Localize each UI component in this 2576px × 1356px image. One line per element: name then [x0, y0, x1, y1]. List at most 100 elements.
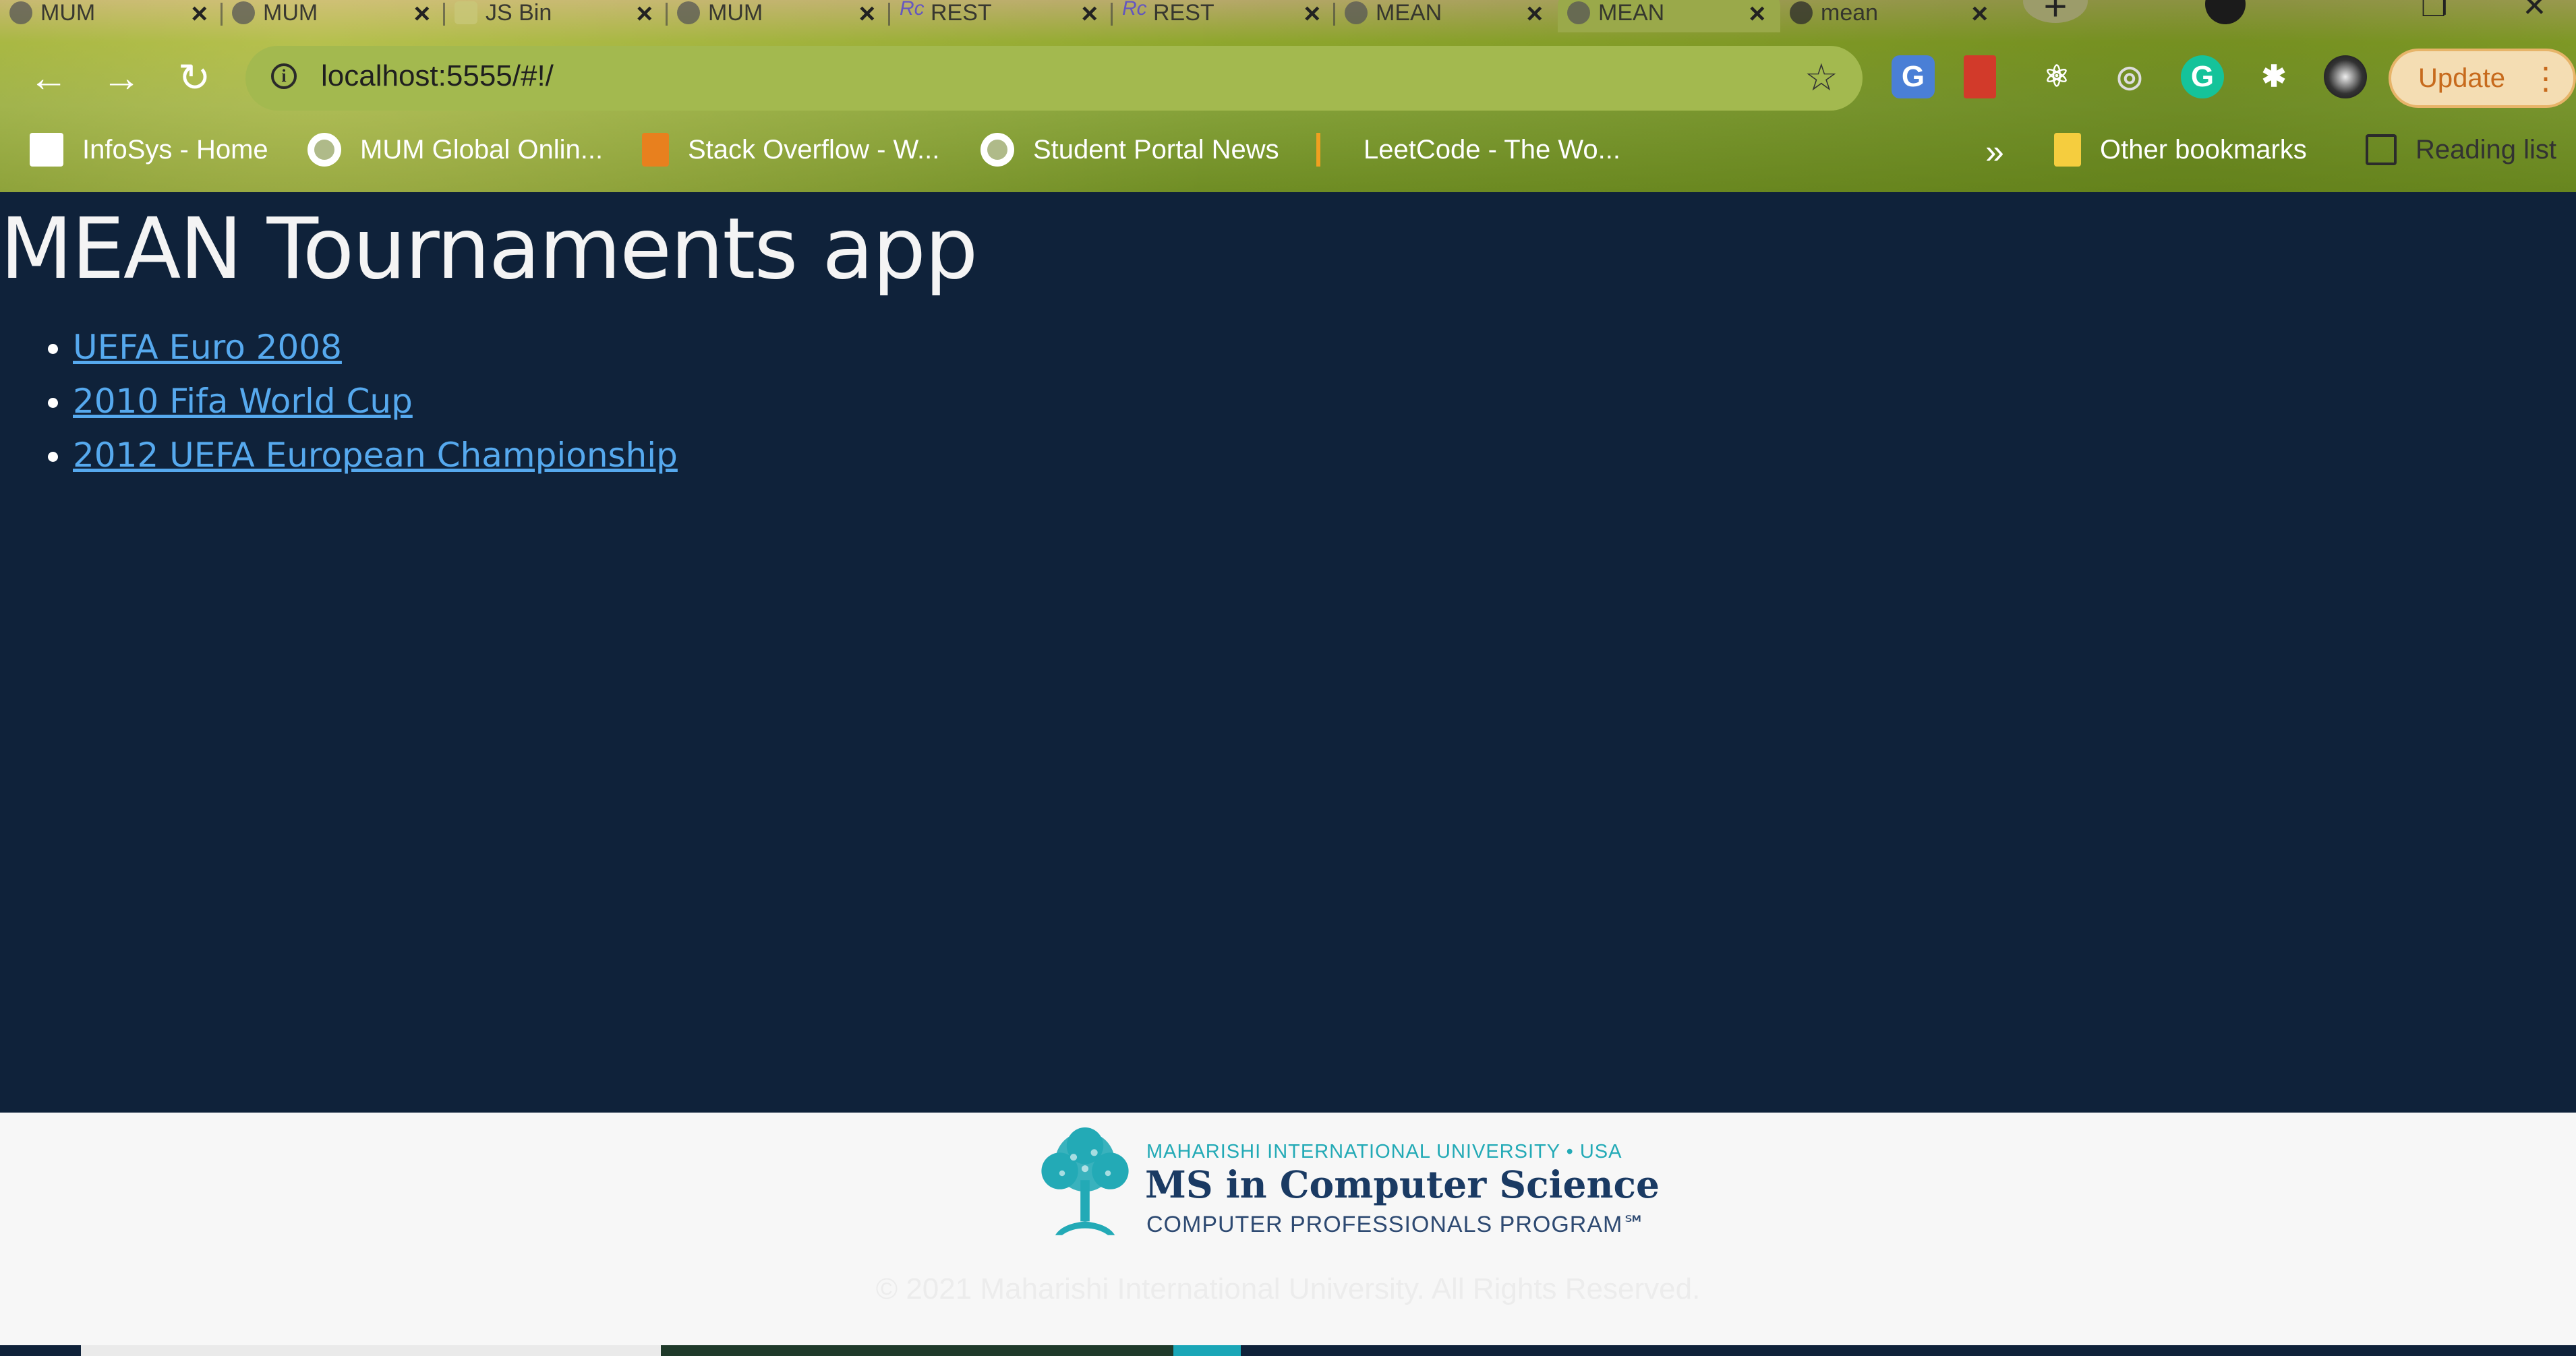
google-translate-icon[interactable]: G [1892, 55, 1935, 98]
folder-icon [2054, 133, 2081, 167]
browser-chrome: MUM × MUM × JS Bin × MUM × Rc REST × Rc … [0, 0, 2576, 192]
close-icon[interactable]: × [1749, 0, 1765, 30]
globe-icon [232, 1, 255, 24]
bookmark-infosys[interactable]: InfoSys - Home [30, 131, 268, 169]
bookmarks-bar: InfoSys - Home MUM Global Onlin... Stack… [0, 121, 2576, 178]
react-devtools-icon[interactable]: ⚛ [2035, 55, 2078, 98]
tournament-link[interactable]: UEFA Euro 2008 [73, 328, 342, 367]
profile-avatar[interactable] [2324, 55, 2367, 98]
list-item: 2010 Fifa World Cup [73, 374, 678, 428]
browser-tab[interactable]: Rc REST × [1113, 0, 1335, 32]
grammarly-icon[interactable]: G [2181, 55, 2224, 98]
forward-arrow-icon[interactable]: → [100, 57, 143, 100]
github-icon [1790, 1, 1813, 24]
tab-label: MUM [40, 0, 96, 26]
bookmark-label: Stack Overflow - W... [688, 134, 940, 165]
taskbar-segment [661, 1345, 1173, 1356]
globe-icon [308, 133, 341, 167]
tournament-link[interactable]: 2012 UEFA European Championship [73, 436, 678, 475]
close-window-icon[interactable]: ✕ [2522, 0, 2547, 24]
browser-tab[interactable]: MUM × [223, 0, 445, 32]
browser-tab[interactable]: Rc REST × [890, 0, 1113, 32]
globe-icon [980, 133, 1014, 167]
tree-logo-icon [1041, 1127, 1129, 1235]
browser-tab[interactable]: mean × [1780, 0, 2003, 32]
pdf-reader-icon[interactable] [1964, 55, 1996, 98]
url-text[interactable]: localhost:5555/#!/ [321, 59, 554, 93]
tab-label: REST [1153, 0, 1214, 26]
browser-menu-icon[interactable]: ⋮ [2530, 51, 2561, 105]
bookmarks-overflow-button[interactable]: » [1985, 132, 2004, 171]
tab-strip: MUM × MUM × JS Bin × MUM × Rc REST × Rc … [0, 0, 2576, 32]
browser-tab[interactable]: MUM × [0, 0, 223, 32]
close-icon[interactable]: × [1971, 0, 1988, 30]
browser-tab[interactable]: MUM × [668, 0, 890, 32]
bookmark-label: LeetCode - The Wo... [1364, 134, 1620, 165]
page-footer: MAHARISHI INTERNATIONAL UNIVERSITY • USA… [0, 1113, 2576, 1345]
back-arrow-icon[interactable]: ← [27, 57, 70, 100]
address-bar[interactable]: i localhost:5555/#!/ ☆ [245, 46, 1863, 111]
stackoverflow-icon [642, 133, 669, 167]
tab-label: mean [1821, 0, 1879, 26]
tab-search-icon[interactable] [2205, 0, 2246, 24]
restore-window-icon[interactable]: ❐ [2421, 0, 2447, 24]
tab-label: MUM [263, 0, 318, 26]
globe-icon [677, 1, 700, 24]
bookmark-student-portal[interactable]: Student Portal News [980, 131, 1279, 169]
page-title: MEAN Tournaments app [0, 200, 978, 298]
taskbar-segment [1173, 1345, 1241, 1356]
tab-label: MUM [708, 0, 763, 26]
other-bookmarks-label: Other bookmarks [2100, 134, 2307, 165]
update-button[interactable]: Update ⋮ [2389, 49, 2576, 108]
close-icon[interactable]: × [191, 0, 208, 30]
circle-extension-icon[interactable]: ◎ [2108, 55, 2151, 98]
taskbar-segment [81, 1345, 661, 1356]
globe-icon [1345, 1, 1368, 24]
bookmark-star-icon[interactable]: ☆ [1805, 55, 1838, 100]
rest-client-icon: Rc [1122, 0, 1147, 20]
tab-label: REST [931, 0, 992, 26]
close-icon[interactable]: × [636, 0, 653, 30]
bookmark-leetcode[interactable]: LeetCode - The Wo... [1316, 131, 1620, 169]
bookmark-label: MUM Global Onlin... [360, 134, 604, 165]
bookmark-mum-global[interactable]: MUM Global Onlin... [308, 131, 603, 169]
tab-label: JS Bin [486, 0, 552, 26]
close-icon[interactable]: × [413, 0, 430, 30]
browser-toolbar: ← → ↻ i localhost:5555/#!/ ☆ G ⚛ ◎ G ✱ U… [0, 40, 2576, 115]
reading-list-button[interactable]: Reading list [2366, 131, 2556, 169]
tournament-link[interactable]: 2010 Fifa World Cup [73, 382, 413, 421]
bookmark-label: InfoSys - Home [82, 134, 268, 165]
update-label: Update [2418, 63, 2505, 93]
browser-tab[interactable]: MEAN × [1335, 0, 1558, 32]
taskbar-strip [0, 1345, 2576, 1356]
page-content: MEAN Tournaments app UEFA Euro 2008 2010… [0, 192, 2576, 1113]
close-icon[interactable]: × [1081, 0, 1098, 30]
copyright-text: © 2021 Maharishi International Universit… [875, 1272, 1701, 1305]
globe-icon [1567, 1, 1590, 24]
list-item: 2012 UEFA European Championship [73, 428, 678, 482]
reload-icon[interactable]: ↻ [173, 57, 216, 100]
new-tab-button[interactable]: + [2023, 0, 2088, 29]
infosys-icon [30, 133, 63, 167]
list-item: UEFA Euro 2008 [73, 320, 678, 374]
bookmark-label: Student Portal News [1033, 134, 1279, 165]
program-title: MS in Computer Science [1145, 1162, 1660, 1206]
tournament-list: UEFA Euro 2008 2010 Fifa World Cup 2012 … [0, 320, 678, 482]
reading-list-label: Reading list [2416, 134, 2557, 165]
site-info-icon[interactable]: i [271, 63, 297, 89]
tab-label: MEAN [1598, 0, 1665, 26]
close-icon[interactable]: × [1526, 0, 1543, 30]
browser-tab[interactable]: JS Bin × [445, 0, 668, 32]
rest-client-icon: Rc [900, 0, 925, 20]
other-bookmarks-folder[interactable]: Other bookmarks [2054, 131, 2307, 169]
close-icon[interactable]: × [858, 0, 875, 30]
reading-list-icon [2366, 134, 2397, 165]
jsbin-icon [455, 1, 477, 24]
extensions-puzzle-icon[interactable]: ✱ [2252, 55, 2295, 98]
browser-tab-active[interactable]: MEAN × [1558, 0, 1780, 32]
university-name: MAHARISHI INTERNATIONAL UNIVERSITY • USA [1146, 1141, 1622, 1162]
program-subtitle: COMPUTER PROFESSIONALS PROGRAM℠ [1146, 1212, 1647, 1237]
bookmark-stackoverflow[interactable]: Stack Overflow - W... [642, 131, 939, 169]
globe-icon [9, 1, 32, 24]
close-icon[interactable]: × [1304, 0, 1320, 30]
